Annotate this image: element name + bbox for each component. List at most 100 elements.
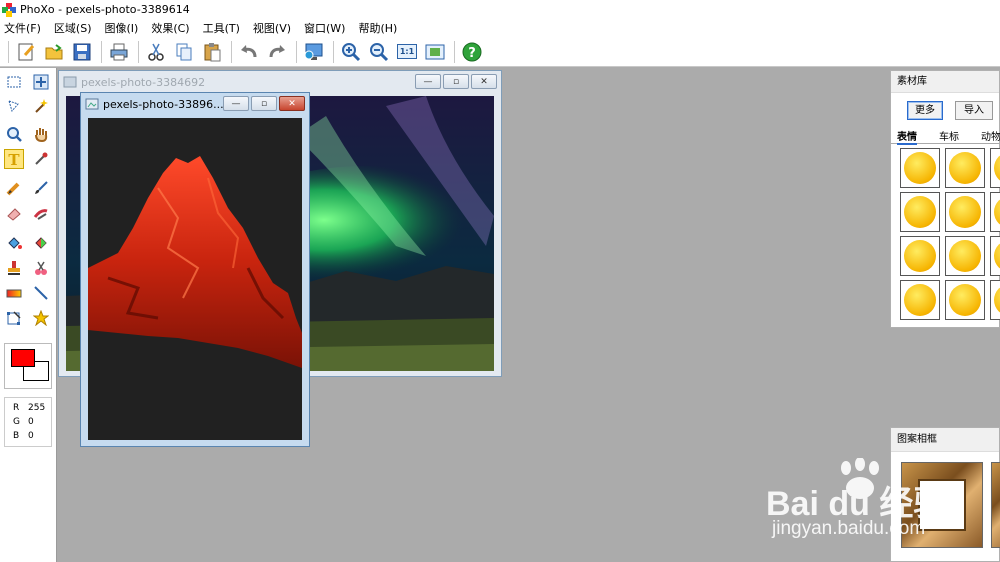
move-tool[interactable] [31,72,51,92]
paste-clipboard-icon [204,42,221,61]
close-button[interactable]: ✕ [279,96,305,111]
hand-tool[interactable] [31,124,51,144]
emoji-item[interactable] [990,236,1000,276]
help-button[interactable]: ? [459,40,485,64]
maximize-button[interactable]: ▫ [251,96,277,111]
new-file-button[interactable] [13,40,39,64]
cut-button[interactable] [143,40,169,64]
menu-help[interactable]: 帮助(H) [358,20,397,36]
open-file-button[interactable] [41,40,67,64]
emoji-item[interactable] [900,192,940,232]
r-value: 255 [28,403,46,413]
menu-file[interactable]: 文件(F) [4,20,41,36]
emoji-item[interactable] [945,236,985,276]
undo-arrow-icon [241,44,257,57]
copy-icon [176,43,192,60]
foreground-color-swatch[interactable] [11,349,35,367]
close-icon: ✕ [480,76,488,87]
phoxo-logo-icon [2,2,16,17]
minimize-icon: — [423,76,433,87]
emoji-frown-icon [949,284,981,316]
red-eye-tool[interactable] [31,258,51,278]
save-button[interactable] [69,40,95,64]
image-canvas-mountain[interactable] [88,118,302,440]
b-value: 0 [28,431,34,441]
maximize-button[interactable]: ▫ [443,74,469,89]
emoji-icon [994,196,1000,228]
eraser-tool[interactable] [4,203,24,223]
smudge-tool[interactable] [31,203,51,223]
minimize-button[interactable]: — [223,96,249,111]
transform-icon [7,311,21,325]
emoji-icon [994,152,1000,184]
emoji-item[interactable] [945,148,985,188]
emoji-item[interactable] [900,148,940,188]
tab-animals[interactable]: 动物 [981,128,1000,143]
toolbar-separator [101,40,102,63]
lasso-tool[interactable] [4,96,24,116]
eyedropper-tool[interactable] [31,149,51,169]
copy-button[interactable] [171,40,197,64]
minimize-button[interactable]: — [415,74,441,89]
gradient-fill-tool[interactable] [31,233,51,253]
shape-star-tool[interactable] [31,308,51,328]
fit-window-button[interactable] [422,40,448,64]
g-value: 0 [28,417,34,427]
baidu-watermark: Bai du 经验 jingyan.baidu.com [766,458,986,550]
r-label: R [13,403,20,413]
zoom-out-button[interactable] [366,40,392,64]
menu-tools[interactable]: 工具(T) [203,20,240,36]
svg-text:?: ? [468,46,476,61]
menu-region[interactable]: 区域(S) [54,20,92,36]
close-button[interactable]: ✕ [471,74,497,89]
print-button[interactable] [106,40,132,64]
emoji-item[interactable] [990,280,1000,320]
emoji-item[interactable] [900,236,940,276]
brush-tool[interactable] [31,178,51,198]
svg-text:T: T [8,151,20,167]
magic-wand-tool[interactable] [31,96,51,116]
fill-tool[interactable] [4,233,24,253]
emoji-item[interactable] [990,192,1000,232]
redo-button[interactable] [264,40,290,64]
line-tool[interactable] [31,283,51,303]
zoom-tool[interactable] [4,124,24,144]
emoji-icon [994,284,1000,316]
tab-car-logos[interactable]: 车标 [939,128,959,143]
tool-palette: T R 255 G0 B0 [0,68,57,562]
emoji-item[interactable] [945,192,985,232]
emoji-item[interactable] [945,280,985,320]
menu-window[interactable]: 窗口(W) [304,20,345,36]
screen-capture-button[interactable] [301,40,327,64]
menu-effects[interactable]: 效果(C) [151,20,189,36]
magic-wand-icon [35,99,48,113]
import-materials-button[interactable]: 导入 [955,101,993,120]
emoji-cry-icon [904,284,936,316]
transform-tool[interactable] [4,308,24,328]
actual-size-button[interactable]: 1:1 [394,40,420,64]
hand-icon [35,128,48,142]
document-icon [63,76,77,88]
paint-bucket-icon [8,237,22,249]
undo-button[interactable] [236,40,262,64]
menu-image[interactable]: 图像(I) [105,20,139,36]
frame-item[interactable] [991,462,1000,548]
watermark-url: jingyan.baidu.com [772,518,926,539]
emoji-item[interactable] [990,148,1000,188]
rect-select-icon [7,76,21,88]
paste-button[interactable] [199,40,225,64]
g-label: G [13,417,20,427]
stamp-tool[interactable] [4,258,24,278]
more-materials-button[interactable]: 更多 [907,101,943,120]
document-window-front[interactable]: pexels-photo-33896... — ▫ ✕ [80,92,310,447]
redo-arrow-icon [269,44,285,57]
color-selector[interactable] [4,343,52,389]
rect-select-tool[interactable] [4,72,24,92]
gradient-tool[interactable] [4,283,24,303]
menu-view[interactable]: 视图(V) [253,20,291,36]
pencil-tool[interactable] [4,178,24,198]
text-tool[interactable]: T [4,149,24,169]
emoji-item[interactable] [900,280,940,320]
zoom-in-button[interactable] [338,40,364,64]
tab-emoji[interactable]: 表情 [897,128,917,145]
